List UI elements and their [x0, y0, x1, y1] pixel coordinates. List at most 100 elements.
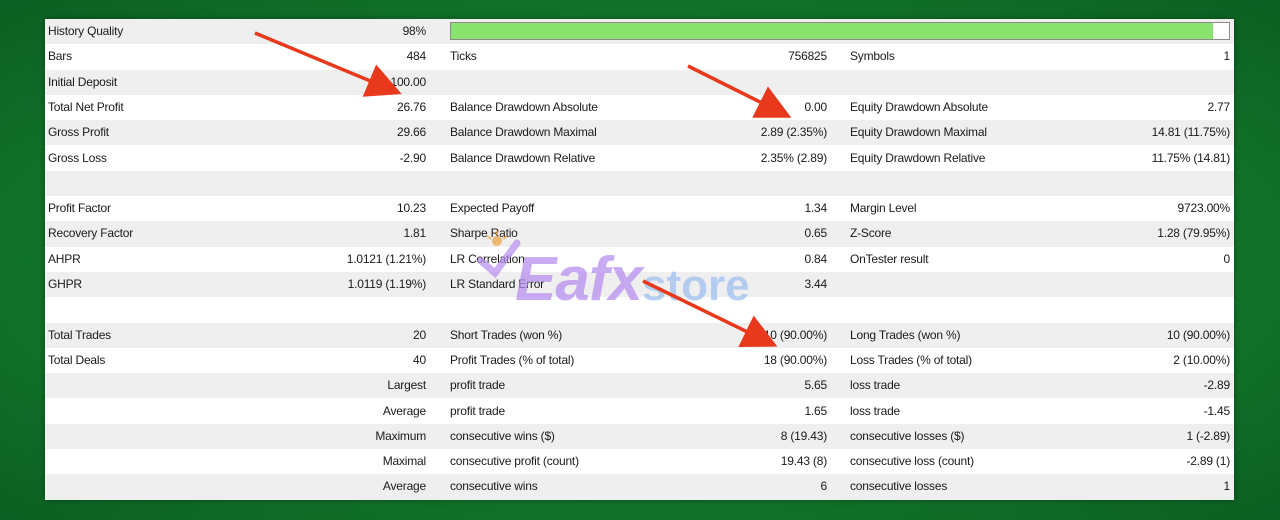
metric-value: 1 (-2.89): [1186, 428, 1230, 443]
metric-value: 14.81 (11.75%): [1151, 125, 1231, 140]
metric-value: 10 (90.00%): [763, 327, 827, 342]
metric-label: Balance Drawdown Relative: [450, 150, 596, 165]
metric-value: [1045, 297, 1230, 322]
metric-value: [295, 297, 426, 322]
metric-label: consecutive profit (count): [450, 454, 579, 469]
metric-label: Balance Drawdown Absolute: [450, 99, 598, 114]
report-row: Average profit trade 1.65 loss trade -1.45: [45, 399, 1234, 424]
metric-label: Profit Trades (% of total): [450, 352, 575, 367]
metric-label: consecutive wins ($): [450, 428, 555, 443]
report-row: Largest profit trade 5.65 loss trade -2.89: [45, 373, 1234, 399]
metric-value: 0: [1223, 251, 1231, 266]
metric-value: 20: [413, 327, 426, 342]
metric-label: loss trade: [850, 403, 901, 418]
metric-label: Margin Level: [850, 201, 917, 216]
report-row: Bars 484 Ticks 756825 Symbols 1: [45, 44, 1234, 69]
metric-label: Long Trades (won %): [850, 327, 961, 342]
metric-group-label: Largest: [387, 378, 426, 393]
metric-label: Ticks: [450, 49, 477, 64]
report-row: Profit Factor 10.23 Expected Payoff 1.34 Mar…: [45, 196, 1234, 221]
report-row: [45, 170, 1234, 197]
metric-value: [1045, 70, 1230, 95]
metric-label: profit trade: [450, 378, 505, 393]
metric-group-label: Maximal: [382, 454, 426, 469]
metric-label: GHPR: [48, 277, 82, 291]
metric-label: Recovery Factor: [48, 226, 134, 241]
metric-label: Equity Drawdown Maximal: [850, 125, 987, 140]
metric-value: 1.28 (79.95%): [1157, 226, 1230, 241]
metric-label: Balance Drawdown Maximal: [450, 125, 597, 140]
history-quality-value: 98%: [402, 24, 427, 38]
metric-value: [685, 70, 827, 95]
report-row: GHPR 1.0119 (1.19%) LR Standard Error 3.44: [45, 272, 1234, 298]
metric-label: Expected Payoff: [450, 201, 535, 216]
metric-label: Gross Loss: [48, 150, 107, 165]
metric-value: 1.0121 (1.21%): [346, 251, 426, 266]
metric-value: 1.65: [804, 403, 827, 418]
report-row: Gross Loss -2.90 Balance Drawdown Relative…: [45, 146, 1234, 171]
metric-value: 2.77: [1207, 99, 1230, 114]
history-quality-bar-fill: [451, 23, 1214, 39]
metric-value: [295, 171, 426, 196]
metric-label: Total Deals: [48, 352, 106, 367]
metric-value: [1045, 171, 1230, 196]
metric-value: 1.81: [403, 226, 426, 241]
metric-value: 100.00: [390, 74, 426, 89]
metric-group-label: Maximum: [375, 428, 426, 443]
metric-value: 29.66: [396, 125, 426, 140]
metric-label: Equity Drawdown Absolute: [850, 99, 988, 114]
metric-value: 0.84: [804, 251, 827, 266]
metric-label: consecutive losses: [850, 479, 948, 494]
report-row: AHPR 1.0121 (1.21%) LR Correlation 0.84 OnTe…: [45, 247, 1234, 272]
metric-value: 2 (10.00%): [1173, 352, 1230, 367]
metric-value: 756825: [788, 49, 827, 64]
metric-value: 0.65: [804, 226, 827, 241]
report-row: Total Net Profit 26.76 Balance Drawdown Ab…: [45, 95, 1234, 120]
metric-value: 2.35% (2.89): [760, 150, 828, 165]
report-row: Maximum consecutive wins ($) 8 (19.43) cons…: [45, 423, 1234, 450]
metric-label: consecutive wins: [450, 479, 538, 494]
history-quality-label: History Quality: [48, 24, 124, 38]
report-row: Average consecutive wins 6 consecutive loss…: [45, 474, 1234, 500]
metric-value: 40: [413, 352, 426, 367]
tester-report-panel: History Quality 98% Bars 484 Ticks 756825 Sy…: [45, 19, 1234, 500]
metric-label: Profit Factor: [48, 201, 111, 216]
metric-label: profit trade: [450, 403, 505, 418]
report-row: Recovery Factor 1.81 Sharpe Ratio 0.65 Z-Sco…: [45, 221, 1234, 247]
report-row: [45, 297, 1234, 322]
metric-value: 26.76: [396, 99, 426, 114]
metric-value: 8 (19.43): [780, 428, 827, 443]
metric-label: Total Trades: [48, 327, 111, 342]
metric-value: -2.89: [1203, 378, 1231, 393]
metric-value: 2.89 (2.35%): [760, 125, 828, 140]
metric-value: -1.45: [1203, 403, 1231, 418]
metric-label: consecutive losses ($): [850, 428, 965, 443]
metric-label: Z-Score: [850, 226, 892, 241]
metric-value: -2.89 (1): [1186, 454, 1230, 469]
metric-value: -2.90: [399, 150, 427, 165]
metric-label: Equity Drawdown Relative: [850, 150, 986, 165]
metric-value: 1: [1223, 49, 1231, 64]
metric-value: [685, 171, 827, 196]
metric-value: 3.44: [804, 277, 827, 291]
metric-label: OnTester result: [850, 251, 929, 266]
history-quality-bar: [450, 22, 1230, 40]
metric-label: Bars: [48, 49, 72, 64]
metric-label: consecutive loss (count): [850, 454, 974, 469]
metric-label: loss trade: [850, 378, 901, 393]
metric-label: Symbols: [850, 49, 895, 64]
metric-value: 1.0119 (1.19%): [347, 277, 427, 291]
metric-value: 11.75% (14.81): [1151, 150, 1231, 165]
metric-value: [685, 297, 827, 322]
metric-group-label: Average: [382, 403, 426, 418]
report-row: Maximal consecutive profit (count) 19.43 (…: [45, 449, 1234, 474]
metric-value: 1: [1223, 479, 1231, 494]
metric-label: Gross Profit: [48, 125, 109, 140]
metric-value: 18 (90.00%): [763, 352, 827, 367]
metric-label: Total Net Profit: [48, 99, 124, 114]
report-row: Gross Profit 29.66 Balance Drawdown Maxima…: [45, 120, 1234, 146]
metric-value: 6: [820, 479, 828, 494]
brand-logo-icon: [477, 231, 521, 279]
metric-label: AHPR: [48, 251, 81, 266]
report-row-history-quality: History Quality 98%: [45, 19, 1234, 45]
